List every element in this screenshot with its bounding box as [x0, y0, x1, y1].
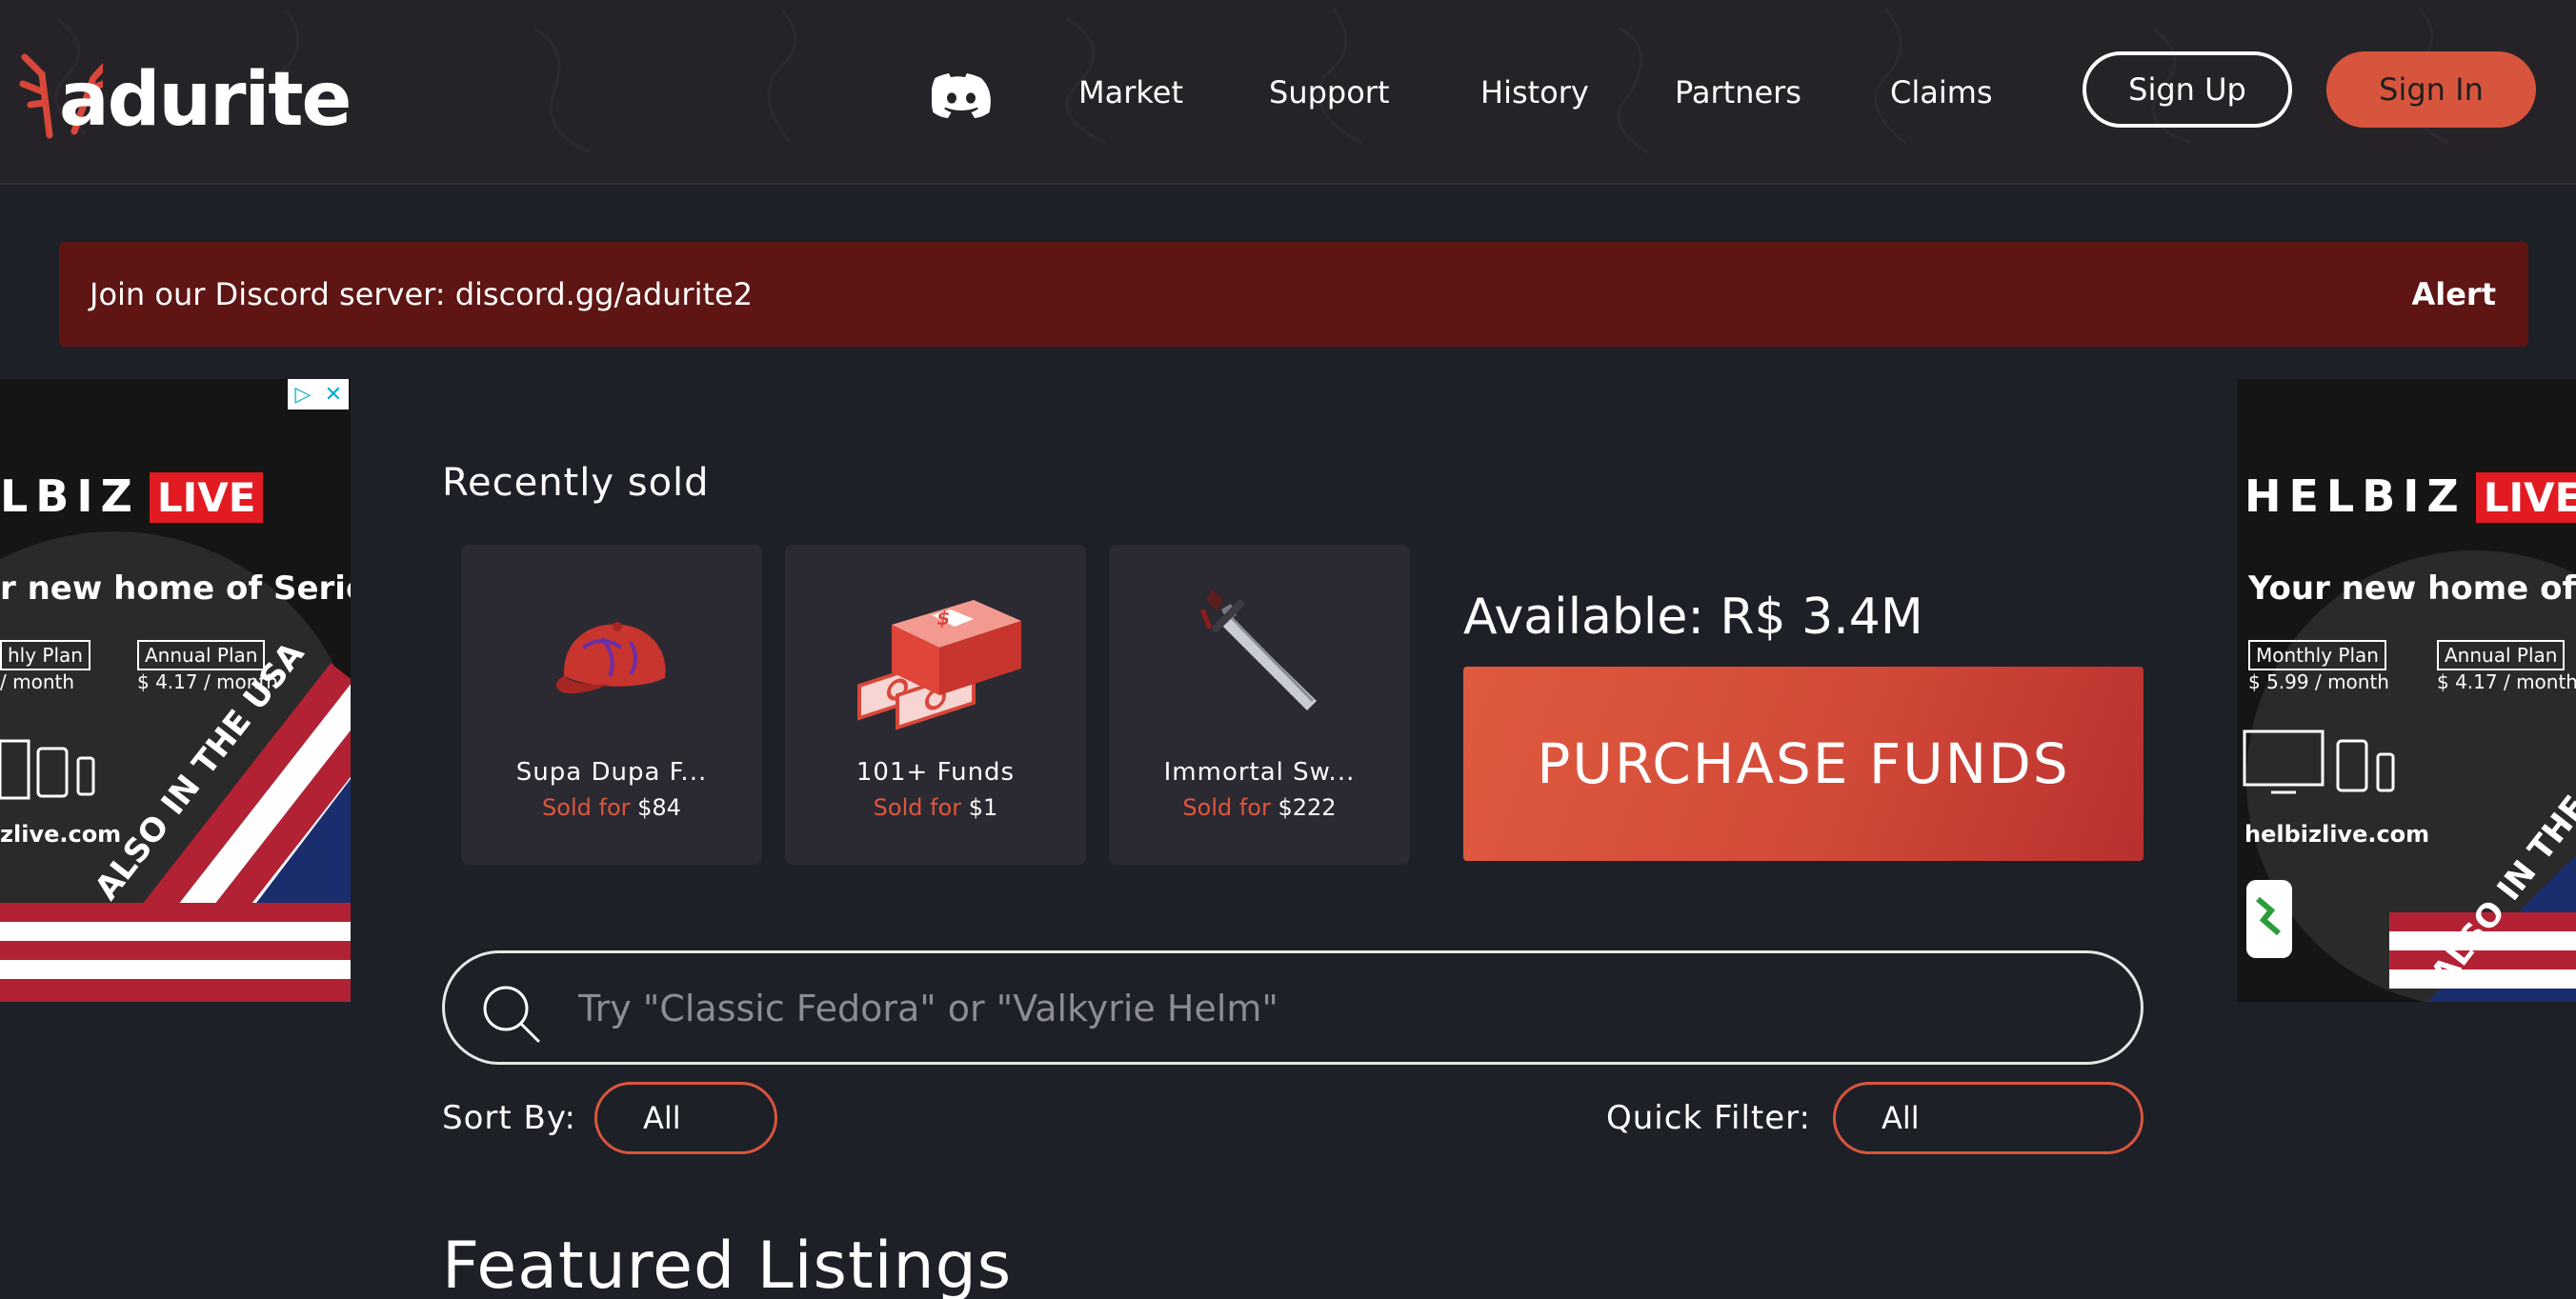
- sold-for-label: Sold for: [542, 794, 631, 821]
- sold-for-label: Sold for: [1182, 794, 1271, 821]
- alert-label: Alert: [2411, 276, 2496, 312]
- discord-alert-banner: Join our Discord server: discord.gg/adur…: [59, 242, 2528, 347]
- sort-by-value: All: [643, 1100, 681, 1136]
- ad-right-site: helbizlive.com: [2244, 821, 2430, 848]
- logo-text: adurite: [59, 57, 352, 143]
- ad-left-monthly-plan: hly Plan / month: [0, 640, 91, 693]
- ad-right-tagline: Your new home of Seri: [2248, 570, 2576, 608]
- sign-up-button[interactable]: Sign Up: [2083, 51, 2292, 128]
- ad-left-brand-text: LBIZ: [0, 470, 140, 522]
- ad-left-monthly-price: / month: [0, 670, 75, 693]
- sold-item-card[interactable]: Supa Dupa F... Sold for $84: [461, 545, 762, 865]
- ad-right-brand: HELBIZ LIVE: [2244, 470, 2576, 523]
- sort-by-label: Sort By:: [442, 1099, 576, 1137]
- sold-item-card[interactable]: Immortal Sw... Sold for $222: [1109, 545, 1410, 865]
- ad-left-live-badge: LIVE: [149, 472, 264, 523]
- sold-item-card[interactable]: $ 101+ Funds Sold for $1: [785, 545, 1086, 865]
- search-icon: [483, 986, 540, 1043]
- ad-left-tagline: r new home of Serie B: [0, 570, 351, 608]
- sold-price-value: $84: [637, 794, 681, 821]
- sold-item-name: Supa Dupa F...: [515, 758, 708, 787]
- ad-right-monthly-plan: Monthly Plan $ 5.99 / month: [2248, 640, 2389, 693]
- purchase-funds-button[interactable]: PURCHASE FUNDS: [1463, 667, 2143, 861]
- search-input[interactable]: [578, 980, 2083, 1037]
- nav-partners[interactable]: Partners: [1675, 74, 1801, 110]
- nav-history[interactable]: History: [1480, 74, 1589, 110]
- sold-price-value: $1: [968, 794, 998, 821]
- ad-right-monthly-price: $ 5.99 / month: [2248, 670, 2389, 693]
- recently-sold-title: Recently sold: [442, 461, 710, 505]
- available-funds: Available: R$ 3.4M: [1463, 589, 1923, 646]
- sign-in-button[interactable]: Sign In: [2326, 51, 2536, 128]
- sold-item-name: Immortal Sw...: [1163, 758, 1356, 787]
- sort-by-select[interactable]: All: [594, 1082, 777, 1154]
- cash-stack-icon: $: [857, 600, 1021, 730]
- adurite-logo[interactable]: adurite: [17, 36, 352, 150]
- nav-market[interactable]: Market: [1078, 74, 1183, 110]
- nav-claims[interactable]: Claims: [1890, 74, 1993, 110]
- ad-right-live-badge: LIVE: [2475, 472, 2576, 523]
- ad-left-brand: LBIZ LIVE: [0, 470, 264, 523]
- featured-listings-title: Featured Listings: [442, 1229, 1013, 1299]
- quick-filter-value: All: [1882, 1100, 1920, 1136]
- ad-right-annual-plan: Annual Plan $ 4.17 / month: [2437, 640, 2576, 693]
- sold-for-label: Sold for: [873, 794, 962, 821]
- quick-filter-label: Quick Filter:: [1606, 1099, 1812, 1137]
- ad-choices-controls[interactable]: ▷ ✕: [288, 379, 349, 410]
- discord-icon[interactable]: [932, 72, 991, 118]
- right-advertisement[interactable]: HELBIZLIVE Your new home of Seri Monthly…: [2237, 379, 2576, 1002]
- top-navbar: adurite Market Support History Partners …: [0, 0, 2576, 185]
- ad-right-annual-price: $ 4.17 / month: [2437, 670, 2576, 693]
- sold-item-price: Sold for $222: [1109, 794, 1410, 821]
- search-bar[interactable]: [442, 950, 2143, 1065]
- ad-right-monthly-label: Monthly Plan: [2248, 640, 2386, 670]
- quick-filter-select[interactable]: All: [1833, 1082, 2143, 1154]
- ad-left-annual-label: Annual Plan: [137, 640, 266, 670]
- sword-icon: [1199, 589, 1317, 710]
- left-advertisement[interactable]: LBIZLIVE r new home of Serie B hly Plan …: [0, 379, 351, 1002]
- ad-left-site: zlive.com: [0, 821, 122, 848]
- ad-right-annual-label: Annual Plan: [2437, 640, 2566, 670]
- alert-text[interactable]: Join our Discord server: discord.gg/adur…: [90, 276, 753, 312]
- ad-info-icon[interactable]: ▷: [288, 379, 318, 410]
- sold-item-name: 101+ Funds: [855, 758, 1016, 787]
- sold-item-price: Sold for $1: [785, 794, 1086, 821]
- ad-right-brand-text: HELBIZ: [2244, 470, 2466, 522]
- sold-price-value: $222: [1278, 794, 1337, 821]
- sold-item-price: Sold for $84: [461, 794, 762, 821]
- ad-left-monthly-label: hly Plan: [0, 640, 91, 670]
- red-cap-icon: [555, 622, 666, 694]
- ad-close-icon[interactable]: ✕: [318, 379, 349, 410]
- nav-support[interactable]: Support: [1269, 74, 1390, 110]
